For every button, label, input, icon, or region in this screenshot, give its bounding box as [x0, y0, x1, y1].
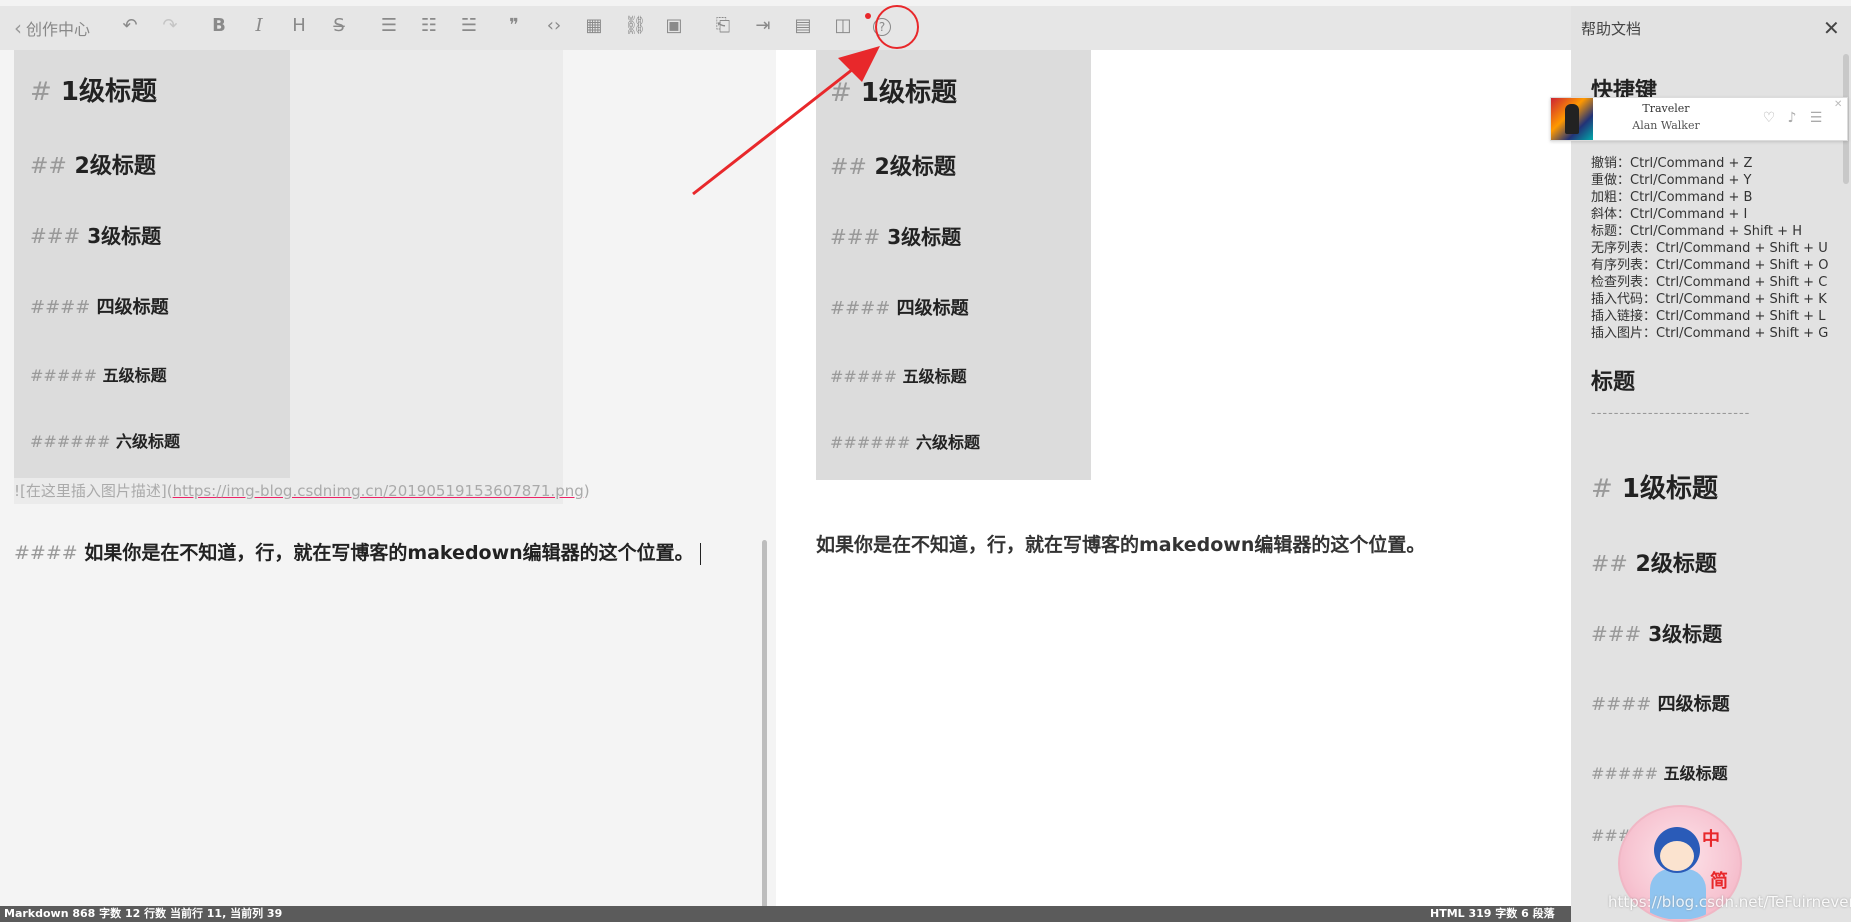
preview-stats: HTML 319 字数 6 段落: [1430, 907, 1555, 920]
heart-icon[interactable]: ♡: [1760, 109, 1778, 127]
volume-icon[interactable]: ♪: [1783, 109, 1801, 127]
heading-hash: #####: [1591, 764, 1659, 783]
song-artist: Alan Walker: [1632, 119, 1700, 132]
close-icon[interactable]: ✕: [1823, 16, 1840, 40]
heading-4: #### 四级标题: [1591, 690, 1730, 716]
heading-hash: ##: [1591, 552, 1628, 577]
heading-2: ## 2级标题: [1591, 546, 1717, 578]
playlist-icon[interactable]: ☰: [1807, 109, 1825, 127]
album-art: [1551, 98, 1593, 140]
sticker-char-1: 中: [1702, 829, 1720, 850]
music-player-widget[interactable]: Traveler Alan Walker ♡ ♪ ☰ ✕: [1550, 97, 1848, 141]
song-title: Traveler: [1642, 102, 1690, 115]
heading-text: 3级标题: [1648, 622, 1723, 646]
heading-text: 2级标题: [1635, 552, 1717, 577]
heading-1: # 1级标题: [1591, 468, 1718, 505]
status-bar: Markdown 868 字数 12 行数 当前行 11, 当前列 39 HTM…: [0, 906, 1571, 922]
heading-text: 1级标题: [1621, 474, 1718, 504]
heading-hash: ####: [1591, 694, 1652, 715]
watermark: https://blog.csdn.net/TeFuirnever: [1608, 893, 1851, 911]
heading-text: 五级标题: [1663, 764, 1728, 783]
close-icon[interactable]: ✕: [1834, 99, 1842, 110]
help-title: 帮助文档: [1581, 20, 1642, 38]
heading-hash: ###: [1591, 622, 1642, 646]
sticker-char-2: 简: [1710, 871, 1728, 892]
heading-3: ### 3级标题: [1591, 618, 1722, 647]
heading-text: 四级标题: [1657, 694, 1730, 715]
section-divider: ----------------------------: [1591, 406, 1751, 421]
headings-section-title: 标题: [1591, 370, 1636, 395]
heading-hash: #: [1591, 474, 1613, 504]
editor-stats: Markdown 868 字数 12 行数 当前行 11, 当前列 39: [4, 907, 283, 920]
shortcut-item: 插入图片：Ctrl/Command + Shift + G: [1591, 326, 1829, 341]
heading-5: ##### 五级标题: [1591, 760, 1728, 784]
help-panel: 帮助文档 ✕ 快捷键 撤销：Ctrl/Command + Z 重做：Ctrl/Co…: [1571, 6, 1851, 922]
